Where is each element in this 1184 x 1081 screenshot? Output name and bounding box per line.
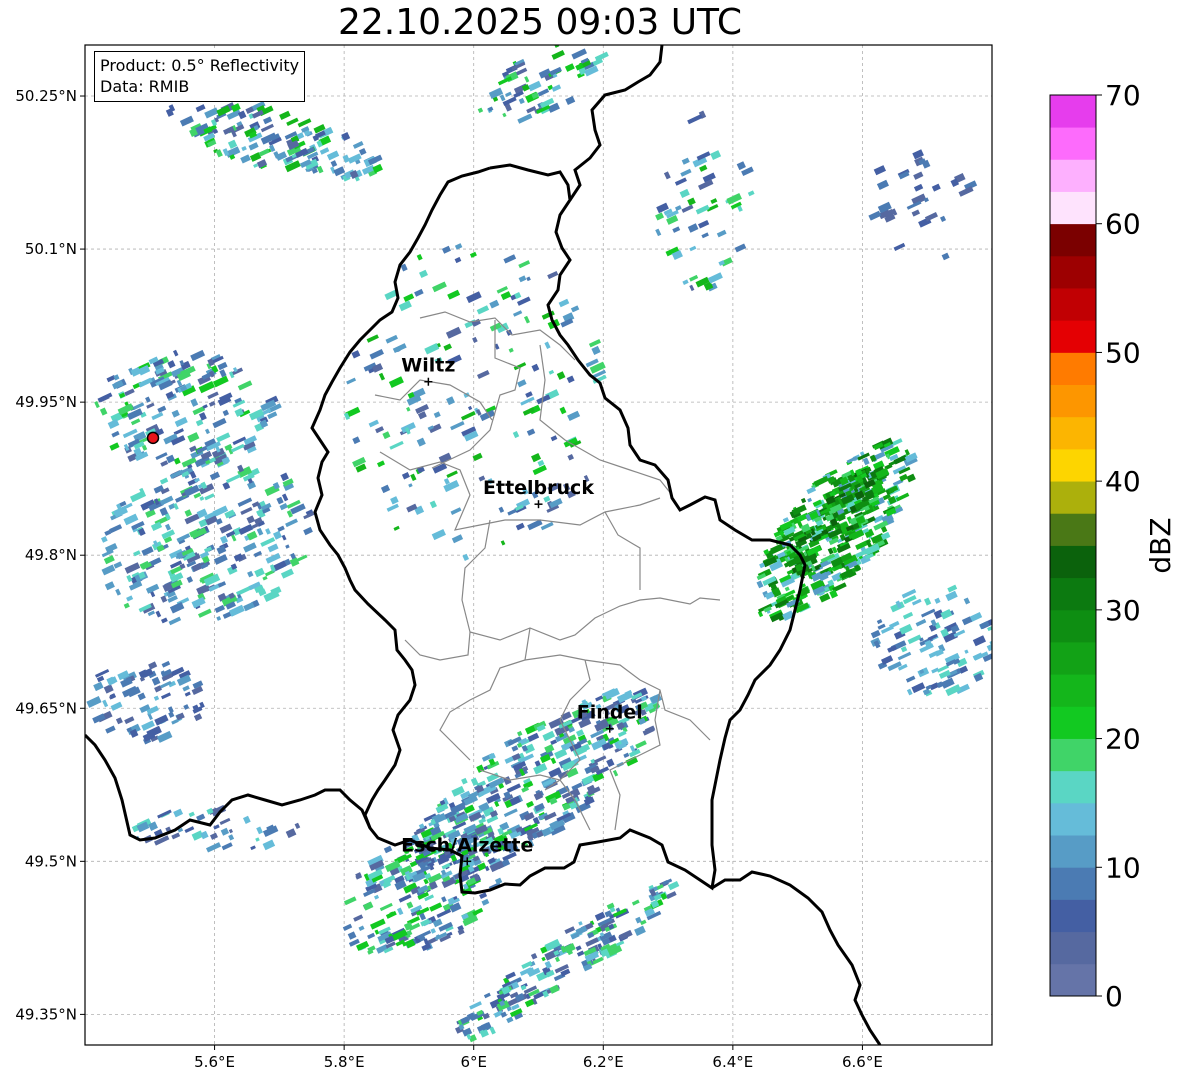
colorbar-tick-label: 20 (1105, 723, 1141, 756)
colorbar-tick-label: 70 (1105, 79, 1141, 112)
colorbar-segment (1050, 642, 1096, 675)
lon-tick-label: 6°E (460, 1053, 487, 1071)
lat-tick-label: 49.65°N (15, 699, 77, 717)
colorbar-tick-label: 0 (1105, 980, 1123, 1013)
radar-site-dot (146, 431, 160, 445)
lat-tick-label: 50.25°N (15, 87, 77, 105)
colorbar-segment (1050, 320, 1096, 353)
colorbar-label: dBZ (1144, 517, 1177, 573)
lat-tick-label: 49.35°N (15, 1005, 77, 1023)
colorbar-segment (1050, 835, 1096, 868)
colorbar-tick-label: 60 (1105, 208, 1141, 241)
colorbar-segment (1050, 738, 1096, 772)
lat-tick-label: 50.1°N (25, 240, 77, 258)
colorbar-segment (1050, 770, 1096, 804)
city-label: Findel (577, 702, 643, 724)
lon-tick-label: 6.6°E (842, 1053, 883, 1071)
map-background (85, 45, 992, 1045)
reflectivity-pixel (569, 40, 573, 44)
colorbar-segment (1050, 931, 1096, 965)
product-label: Product: 0.5° Reflectivity (100, 56, 300, 75)
city-label: Wiltz (401, 355, 455, 377)
colorbar-segment (1050, 963, 1096, 997)
colorbar-segment (1050, 706, 1096, 739)
colorbar-segment (1050, 288, 1096, 321)
radar-site-marker (146, 431, 160, 445)
lat-tick-label: 49.5°N (25, 852, 77, 870)
colorbar-segment (1050, 127, 1096, 160)
colorbar-tick-label: 30 (1105, 594, 1141, 627)
colorbar-segment (1050, 674, 1096, 707)
colorbar-segment (1050, 223, 1096, 257)
colorbar-segment (1050, 867, 1096, 900)
colorbar: 0 10 20 30 40 50 60 70 dBZ (1049, 79, 1177, 1013)
colorbar-tick-label: 50 (1105, 336, 1141, 369)
colorbar-segment (1050, 609, 1096, 643)
data-source-label: Data: RMIB (100, 77, 190, 96)
lat-tick-label: 49.8°N (25, 546, 77, 564)
lon-tick-label: 5.6°E (194, 1053, 235, 1071)
colorbar-segment (1050, 159, 1096, 192)
colorbar-tick-label: 10 (1105, 851, 1141, 884)
colorbar-segment (1050, 416, 1096, 450)
lon-tick-label: 5.8°E (324, 1053, 365, 1071)
colorbar-tick-label: 40 (1105, 465, 1141, 498)
lon-tick-label: 6.2°E (583, 1053, 624, 1071)
colorbar-segment (1050, 255, 1096, 289)
lat-tick-label: 49.95°N (15, 393, 77, 411)
radar-map: Wiltz Ettelbruck Findel Esch/Alzette 50.25°… (15, 40, 1177, 1071)
colorbar-segment (1050, 577, 1096, 611)
colorbar-segment (1050, 352, 1096, 386)
product-info-box: Product: 0.5° Reflectivity Data: RMIB (94, 51, 306, 102)
lon-tick-label: 6.4°E (712, 1053, 753, 1071)
city-label: Ettelbruck (483, 477, 594, 499)
colorbar-segment (1050, 513, 1096, 546)
colorbar-segment (1050, 448, 1096, 482)
colorbar-segment (1050, 481, 1096, 514)
colorbar-segment (1050, 802, 1096, 836)
colorbar-segment (1050, 191, 1096, 225)
colorbar-segment (1050, 545, 1096, 579)
colorbar-segment (1050, 899, 1096, 933)
colorbar-segment (1050, 95, 1096, 128)
city-label: Esch/Alzette (401, 834, 533, 856)
colorbar-segment (1050, 384, 1096, 418)
